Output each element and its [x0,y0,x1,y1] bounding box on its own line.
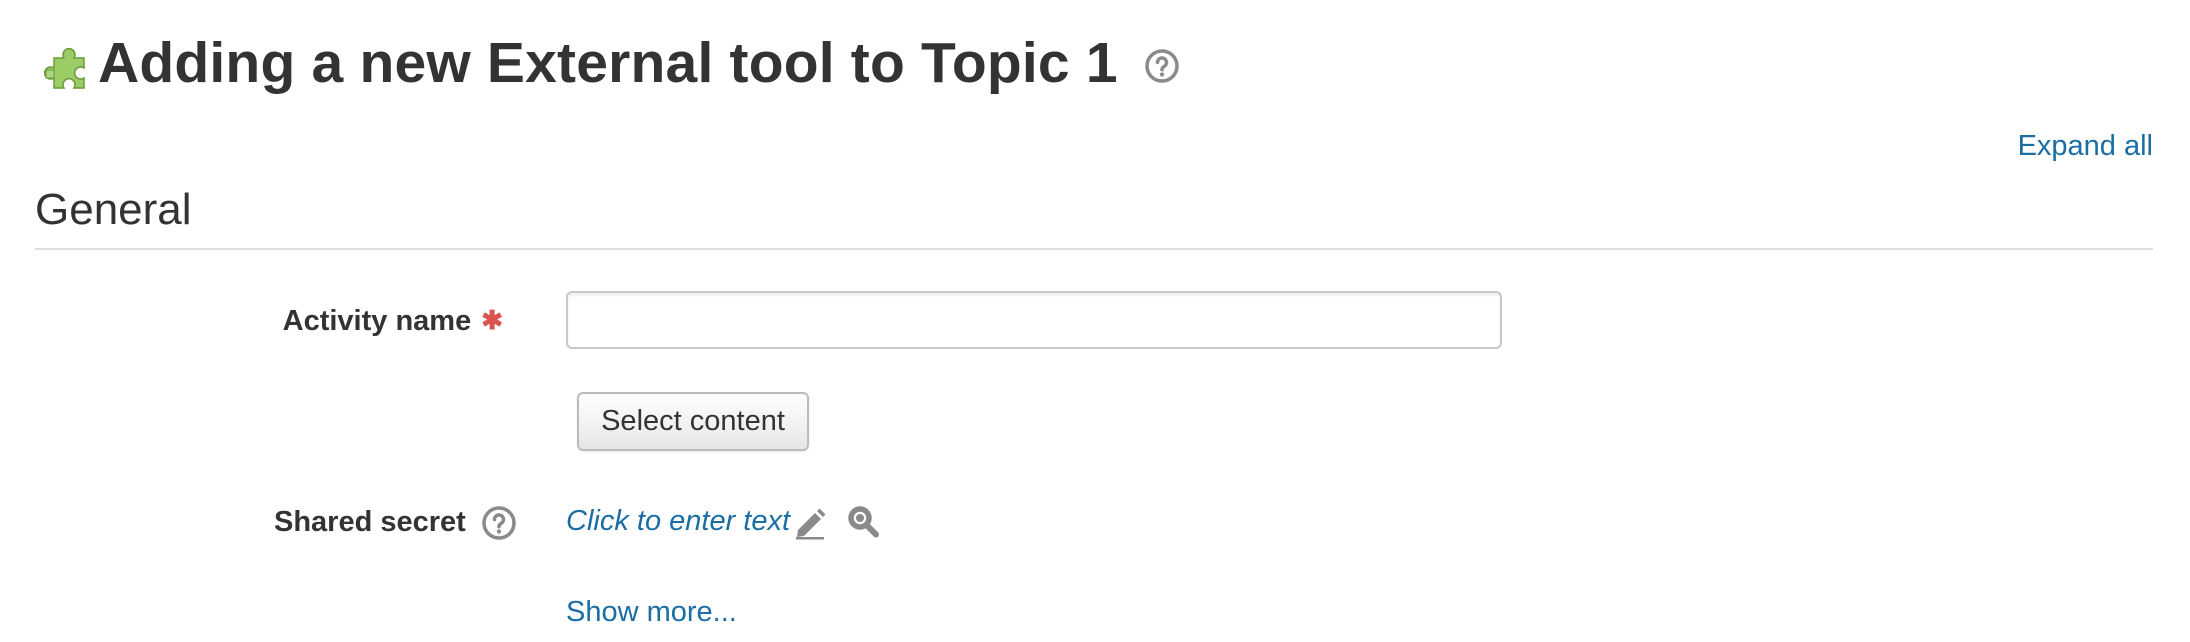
page-title: Adding a new External tool to Topic 1 [98,30,1118,95]
pencil-icon[interactable] [792,504,828,540]
shared-secret-label: Shared secret [274,506,466,538]
activity-name-label-text: Activity name [282,305,472,337]
puzzle-piece-icon [44,48,85,89]
page-header: Adding a new External tool to Topic 1 [40,30,1180,96]
section-legend-general[interactable]: General [35,185,192,235]
shared-secret-edit-link[interactable]: Click to enter text [566,505,790,538]
activity-name-label: Activity name ✱ [283,305,503,338]
activity-name-input[interactable] [566,291,1502,349]
magnifier-icon[interactable] [845,504,881,540]
help-icon[interactable] [1144,48,1180,84]
show-more-link[interactable]: Show more... [566,596,737,629]
section-divider [35,248,2153,250]
page: Adding a new External tool to Topic 1 Ex… [0,0,2190,642]
expand-all-link[interactable]: Expand all [2018,130,2153,163]
shared-secret-help-icon[interactable] [481,505,517,541]
select-content-button[interactable]: Select content [577,392,809,451]
required-asterisk-icon: ✱ [481,304,503,335]
